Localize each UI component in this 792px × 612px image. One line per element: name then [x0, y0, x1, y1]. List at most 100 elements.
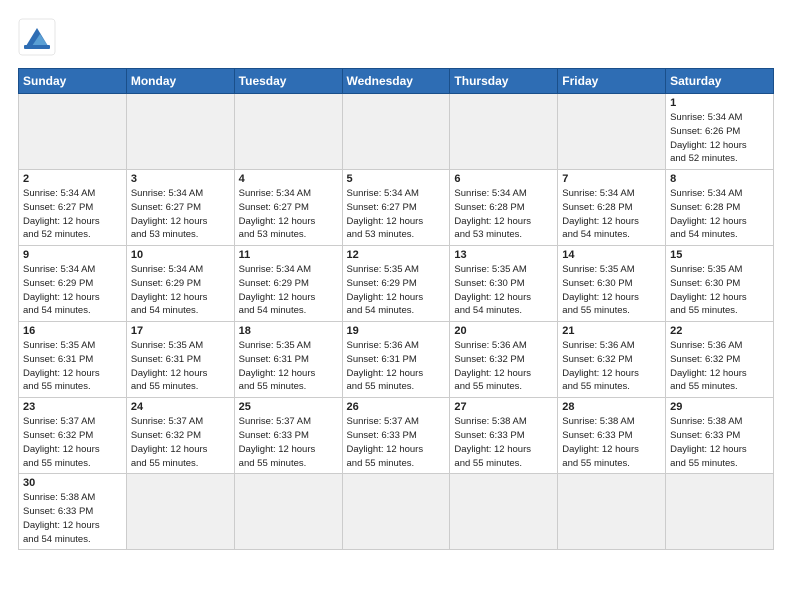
day-number: 29 [670, 401, 769, 413]
day-number: 30 [23, 477, 122, 489]
weekday-header-saturday: Saturday [666, 69, 774, 94]
logo [18, 18, 62, 56]
calendar-row-3: 16 Sunrise: 5:35 AMSunset: 6:31 PMDayligh… [19, 322, 774, 398]
weekday-header-thursday: Thursday [450, 69, 558, 94]
cell-content: Sunrise: 5:36 AMSunset: 6:32 PMDaylight:… [670, 339, 769, 394]
cell-content: Sunrise: 5:37 AMSunset: 6:32 PMDaylight:… [23, 415, 122, 470]
cell-content: Sunrise: 5:34 AMSunset: 6:26 PMDaylight:… [670, 111, 769, 166]
calendar-cell-27: 22 Sunrise: 5:36 AMSunset: 6:32 PMDayligh… [666, 322, 774, 398]
day-number: 19 [347, 325, 446, 337]
cell-content: Sunrise: 5:38 AMSunset: 6:33 PMDaylight:… [23, 491, 122, 546]
cell-content: Sunrise: 5:34 AMSunset: 6:28 PMDaylight:… [562, 187, 661, 242]
cell-content: Sunrise: 5:35 AMSunset: 6:31 PMDaylight:… [239, 339, 338, 394]
cell-content: Sunrise: 5:34 AMSunset: 6:27 PMDaylight:… [23, 187, 122, 242]
calendar-table: SundayMondayTuesdayWednesdayThursdayFrid… [18, 68, 774, 550]
calendar-cell-16: 11Sunrise: 5:34 AMSunset: 6:29 PMDayligh… [234, 246, 342, 322]
day-number: 28 [562, 401, 661, 413]
cell-content: Sunrise: 5:35 AMSunset: 6:31 PMDaylight:… [131, 339, 230, 394]
cell-content: Sunrise: 5:38 AMSunset: 6:33 PMDaylight:… [670, 415, 769, 470]
calendar-cell-35: 30 Sunrise: 5:38 AMSunset: 6:33 PMDayligh… [19, 474, 127, 550]
calendar-cell-1 [126, 94, 234, 170]
day-number: 9 [23, 249, 122, 261]
day-number: 3 [131, 173, 230, 185]
weekday-header-sunday: Sunday [19, 69, 127, 94]
cell-content: Sunrise: 5:35 AMSunset: 6:30 PMDaylight:… [454, 263, 553, 318]
day-number: 7 [562, 173, 661, 185]
calendar-cell-0 [19, 94, 127, 170]
cell-content: Sunrise: 5:34 AMSunset: 6:28 PMDaylight:… [454, 187, 553, 242]
day-number: 10 [131, 249, 230, 261]
cell-content: Sunrise: 5:34 AMSunset: 6:29 PMDaylight:… [239, 263, 338, 318]
day-number: 26 [347, 401, 446, 413]
calendar-cell-40 [558, 474, 666, 550]
calendar-cell-29: 24Sunrise: 5:37 AMSunset: 6:32 PMDayligh… [126, 398, 234, 474]
calendar-cell-38 [342, 474, 450, 550]
calendar-cell-36 [126, 474, 234, 550]
calendar-cell-3 [342, 94, 450, 170]
calendar-cell-41 [666, 474, 774, 550]
day-number: 2 [23, 173, 122, 185]
calendar-cell-26: 21 Sunrise: 5:36 AMSunset: 6:32 PMDayligh… [558, 322, 666, 398]
calendar-cell-14: 9 Sunrise: 5:34 AMSunset: 6:29 PMDaylight… [19, 246, 127, 322]
header [18, 18, 774, 56]
calendar-cell-9: 4Sunrise: 5:34 AMSunset: 6:27 PMDaylight… [234, 170, 342, 246]
day-number: 14 [562, 249, 661, 261]
cell-content: Sunrise: 5:34 AMSunset: 6:28 PMDaylight:… [670, 187, 769, 242]
day-number: 27 [454, 401, 553, 413]
calendar-row-0: 1 Sunrise: 5:34 AMSunset: 6:26 PMDaylight… [19, 94, 774, 170]
calendar-row-2: 9 Sunrise: 5:34 AMSunset: 6:29 PMDaylight… [19, 246, 774, 322]
weekday-header-friday: Friday [558, 69, 666, 94]
calendar-cell-28: 23Sunrise: 5:37 AMSunset: 6:32 PMDayligh… [19, 398, 127, 474]
calendar-cell-20: 15Sunrise: 5:35 AMSunset: 6:30 PMDayligh… [666, 246, 774, 322]
weekday-header-wednesday: Wednesday [342, 69, 450, 94]
cell-content: Sunrise: 5:35 AMSunset: 6:30 PMDaylight:… [562, 263, 661, 318]
calendar-cell-32: 27 Sunrise: 5:38 AMSunset: 6:33 PMDayligh… [450, 398, 558, 474]
calendar-cell-2 [234, 94, 342, 170]
calendar-cell-10: 5 Sunrise: 5:34 AMSunset: 6:27 PMDaylight… [342, 170, 450, 246]
day-number: 6 [454, 173, 553, 185]
cell-content: Sunrise: 5:38 AMSunset: 6:33 PMDaylight:… [454, 415, 553, 470]
cell-content: Sunrise: 5:37 AMSunset: 6:33 PMDaylight:… [239, 415, 338, 470]
cell-content: Sunrise: 5:36 AMSunset: 6:32 PMDaylight:… [562, 339, 661, 394]
calendar-cell-33: 28Sunrise: 5:38 AMSunset: 6:33 PMDayligh… [558, 398, 666, 474]
day-number: 18 [239, 325, 338, 337]
cell-content: Sunrise: 5:34 AMSunset: 6:29 PMDaylight:… [23, 263, 122, 318]
cell-content: Sunrise: 5:36 AMSunset: 6:32 PMDaylight:… [454, 339, 553, 394]
calendar-cell-15: 10 Sunrise: 5:34 AMSunset: 6:29 PMDayligh… [126, 246, 234, 322]
page: SundayMondayTuesdayWednesdayThursdayFrid… [0, 0, 792, 560]
calendar-cell-37 [234, 474, 342, 550]
cell-content: Sunrise: 5:34 AMSunset: 6:29 PMDaylight:… [131, 263, 230, 318]
calendar-cell-4 [450, 94, 558, 170]
day-number: 16 [23, 325, 122, 337]
day-number: 5 [347, 173, 446, 185]
day-number: 17 [131, 325, 230, 337]
cell-content: Sunrise: 5:34 AMSunset: 6:27 PMDaylight:… [131, 187, 230, 242]
calendar-cell-7: 2 Sunrise: 5:34 AMSunset: 6:27 PMDaylight… [19, 170, 127, 246]
cell-content: Sunrise: 5:34 AMSunset: 6:27 PMDaylight:… [347, 187, 446, 242]
calendar-cell-19: 14 Sunrise: 5:35 AMSunset: 6:30 PMDayligh… [558, 246, 666, 322]
generalblue-logo-icon [18, 18, 56, 56]
calendar-row-1: 2 Sunrise: 5:34 AMSunset: 6:27 PMDaylight… [19, 170, 774, 246]
calendar-cell-34: 29 Sunrise: 5:38 AMSunset: 6:33 PMDayligh… [666, 398, 774, 474]
cell-content: Sunrise: 5:36 AMSunset: 6:31 PMDaylight:… [347, 339, 446, 394]
day-number: 21 [562, 325, 661, 337]
cell-content: Sunrise: 5:35 AMSunset: 6:29 PMDaylight:… [347, 263, 446, 318]
calendar-row-5: 30 Sunrise: 5:38 AMSunset: 6:33 PMDayligh… [19, 474, 774, 550]
calendar-cell-5 [558, 94, 666, 170]
day-number: 15 [670, 249, 769, 261]
calendar-cell-21: 16Sunrise: 5:35 AMSunset: 6:31 PMDayligh… [19, 322, 127, 398]
day-number: 22 [670, 325, 769, 337]
calendar-cell-17: 12Sunrise: 5:35 AMSunset: 6:29 PMDayligh… [342, 246, 450, 322]
calendar-cell-24: 19 Sunrise: 5:36 AMSunset: 6:31 PMDayligh… [342, 322, 450, 398]
day-number: 24 [131, 401, 230, 413]
cell-content: Sunrise: 5:34 AMSunset: 6:27 PMDaylight:… [239, 187, 338, 242]
day-number: 1 [670, 97, 769, 109]
calendar-cell-39 [450, 474, 558, 550]
calendar-cell-23: 18 Sunrise: 5:35 AMSunset: 6:31 PMDayligh… [234, 322, 342, 398]
day-number: 8 [670, 173, 769, 185]
day-number: 25 [239, 401, 338, 413]
calendar-cell-8: 3 Sunrise: 5:34 AMSunset: 6:27 PMDaylight… [126, 170, 234, 246]
calendar-cell-6: 1 Sunrise: 5:34 AMSunset: 6:26 PMDaylight… [666, 94, 774, 170]
calendar-row-4: 23Sunrise: 5:37 AMSunset: 6:32 PMDayligh… [19, 398, 774, 474]
calendar-cell-11: 6 Sunrise: 5:34 AMSunset: 6:28 PMDaylight… [450, 170, 558, 246]
